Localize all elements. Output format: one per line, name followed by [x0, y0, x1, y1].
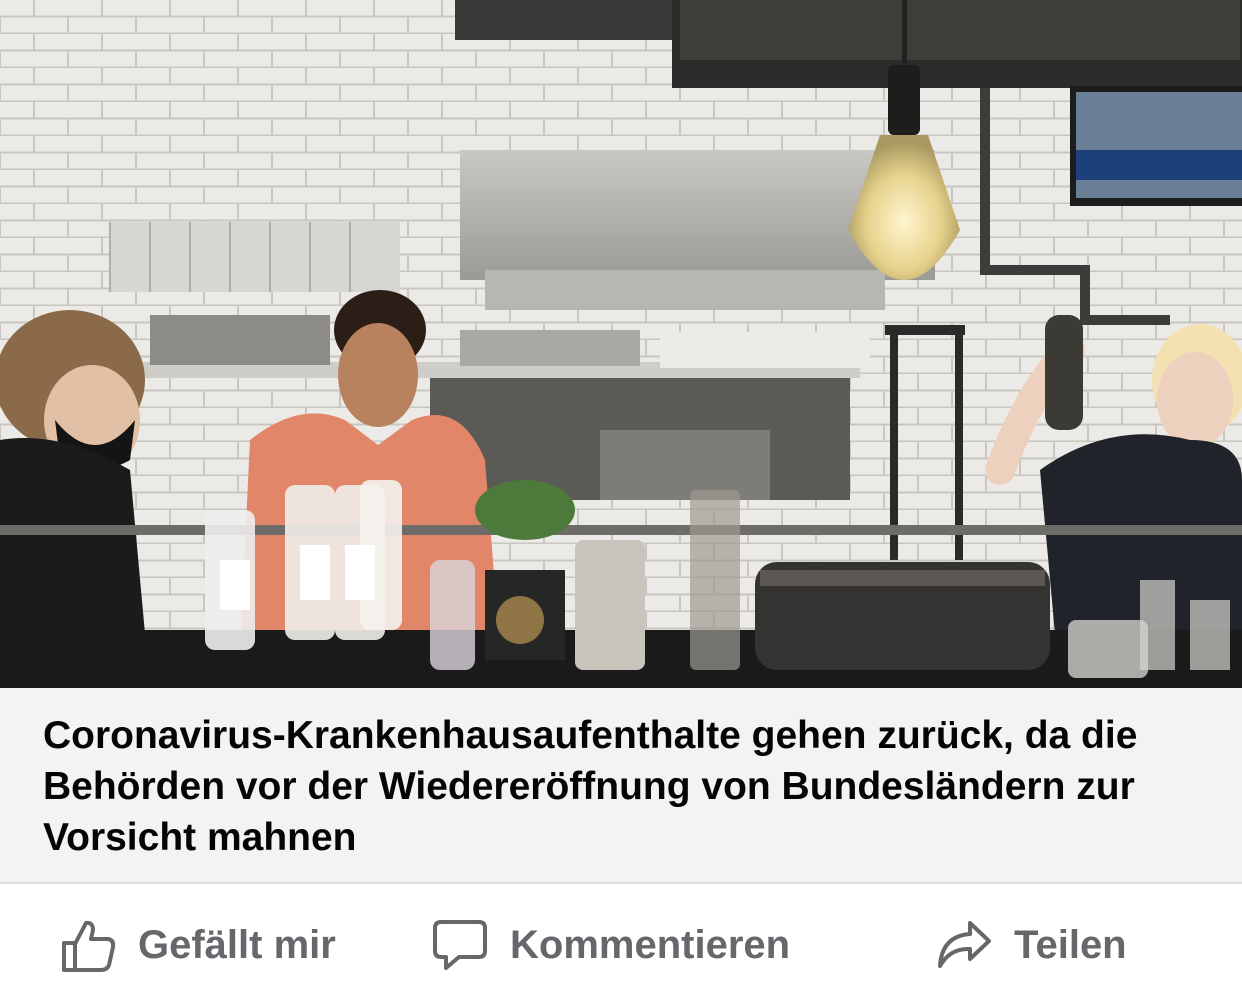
link-preview-caption[interactable]: Coronavirus-Krankenhausaufenthalte gehen…: [0, 688, 1242, 884]
comment-label: Kommentieren: [510, 922, 791, 967]
thumbs-up-icon: [60, 917, 116, 973]
like-button[interactable]: Gefällt mir: [60, 886, 336, 1004]
post-action-bar: Gefällt mir Kommentieren Teilen: [0, 886, 1242, 1004]
bar-scene-illustration: [0, 0, 1242, 688]
link-post-card: Coronavirus-Krankenhausaufenthalte gehen…: [0, 0, 1242, 1004]
share-label: Teilen: [1014, 922, 1127, 967]
comment-button[interactable]: Kommentieren: [432, 886, 790, 1004]
article-headline[interactable]: Coronavirus-Krankenhausaufenthalte gehen…: [43, 710, 1203, 863]
link-preview-image[interactable]: [0, 0, 1242, 688]
speech-bubble-icon: [432, 917, 488, 973]
like-label: Gefällt mir: [138, 922, 336, 967]
share-arrow-icon: [936, 917, 992, 973]
share-button[interactable]: Teilen: [936, 886, 1127, 1004]
